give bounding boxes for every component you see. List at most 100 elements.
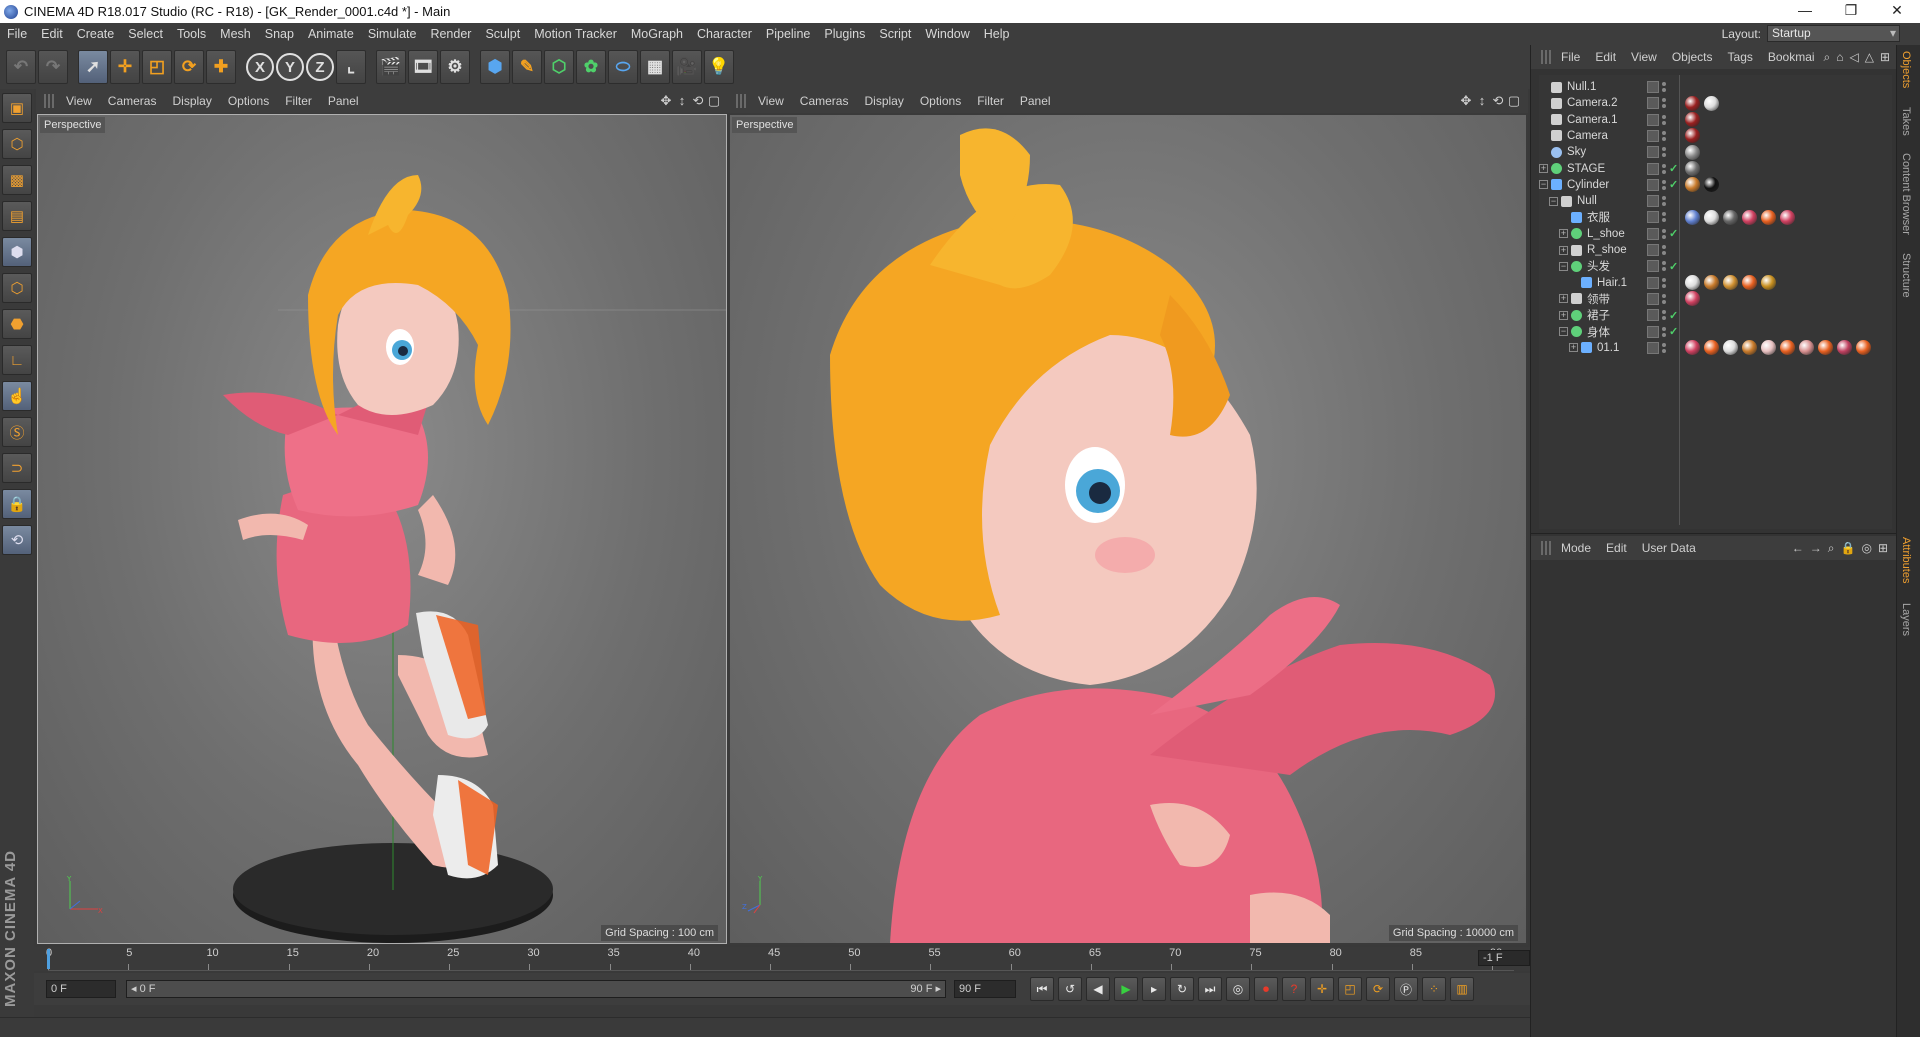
menu-character[interactable]: Character [690, 27, 759, 41]
undo-icon[interactable]: ↶ [6, 50, 36, 84]
viewport-menu-options[interactable]: Options [228, 94, 269, 108]
object-name[interactable]: Null [1577, 195, 1597, 207]
key-parameter-icon[interactable]: Ⓟ [1394, 977, 1418, 1001]
pen-spline-icon[interactable]: ✎ [512, 50, 542, 84]
viewport-menu-view[interactable]: View [758, 94, 784, 108]
viewport-menu-options[interactable]: Options [920, 94, 961, 108]
timeline-playhead[interactable] [47, 949, 50, 969]
layer-icon[interactable] [1647, 227, 1659, 240]
viewport-left-canvas[interactable]: Perspective Y X Grid Spacing : 100 cm [37, 114, 727, 944]
layer-icon[interactable] [1647, 195, 1659, 208]
layout-select[interactable]: Startup [1767, 25, 1900, 42]
panel-grip-icon[interactable] [1541, 541, 1551, 555]
visibility-flags[interactable] [1647, 210, 1679, 224]
viewport-menu-cameras[interactable]: Cameras [108, 94, 157, 108]
up-icon[interactable]: △ [1865, 50, 1874, 65]
tab-layers[interactable]: Layers [1900, 603, 1912, 636]
layer-icon[interactable] [1647, 325, 1659, 338]
enabled-check-icon[interactable]: ✓ [1669, 325, 1678, 338]
object-name[interactable]: Camera.1 [1567, 114, 1618, 126]
visibility-flags[interactable]: ✓ [1647, 259, 1679, 273]
objects-menu-view[interactable]: View [1631, 50, 1657, 64]
search-icon[interactable]: ⌕ [1828, 541, 1835, 556]
coordinate-system-icon[interactable]: ⌞ [336, 50, 366, 84]
tree-expander-icon[interactable]: + [1559, 310, 1568, 320]
material-tag-icon[interactable] [1685, 95, 1700, 111]
editor-render-visibility-icon[interactable] [1662, 245, 1666, 255]
material-tag-icon[interactable] [1704, 340, 1719, 356]
viewport-menu-filter[interactable]: Filter [285, 94, 312, 108]
pan-view-icon[interactable]: ✥ [658, 93, 674, 109]
material-tag-icon[interactable] [1704, 177, 1719, 193]
material-tag-icon[interactable] [1837, 340, 1852, 356]
material-tag-icon[interactable] [1685, 128, 1700, 144]
editor-render-visibility-icon[interactable] [1662, 163, 1666, 174]
menu-script[interactable]: Script [872, 27, 918, 41]
material-tag-icon[interactable] [1780, 209, 1795, 225]
layer-icon[interactable] [1647, 276, 1659, 289]
visibility-flags[interactable]: ✓ [1647, 178, 1679, 192]
visibility-flags[interactable] [1647, 276, 1679, 290]
viewport-menu-display[interactable]: Display [864, 94, 903, 108]
layer-icon[interactable] [1647, 211, 1659, 224]
next-frame-icon[interactable]: ▸ [1142, 977, 1166, 1001]
maximize-view-icon[interactable]: ▢ [706, 93, 722, 109]
magnet-icon[interactable]: ⊃ [2, 453, 32, 483]
material-tag-icon[interactable] [1685, 161, 1700, 176]
object-row[interactable]: +01.1 [1539, 338, 1893, 358]
menu-plugins[interactable]: Plugins [817, 27, 872, 41]
record-active-objects-icon[interactable]: ◎ [1226, 977, 1250, 1001]
objects-menu-bookmarks[interactable]: Bookmai [1768, 50, 1815, 64]
layer-icon[interactable] [1647, 309, 1659, 322]
make-editable-icon[interactable]: ▣ [2, 93, 32, 123]
viewport-menu-view[interactable]: View [66, 94, 92, 108]
enabled-check-icon[interactable]: ✓ [1669, 260, 1678, 273]
editor-render-visibility-icon[interactable] [1662, 310, 1666, 321]
tree-expander-icon[interactable]: − [1559, 261, 1568, 271]
tab-attributes[interactable]: Attributes [1900, 537, 1912, 583]
material-tag-icon[interactable] [1761, 275, 1776, 291]
material-tag-icon[interactable] [1704, 95, 1719, 111]
enabled-check-icon[interactable]: ✓ [1669, 178, 1678, 191]
viewport-menu-cameras[interactable]: Cameras [800, 94, 849, 108]
material-tag-icon[interactable] [1799, 340, 1814, 356]
enabled-check-icon[interactable]: ✓ [1669, 309, 1678, 322]
menu-mesh[interactable]: Mesh [213, 27, 258, 41]
visibility-flags[interactable] [1647, 194, 1679, 208]
material-tag-icon[interactable] [1742, 209, 1757, 225]
editor-render-visibility-icon[interactable] [1662, 261, 1666, 272]
menu-motion-tracker[interactable]: Motion Tracker [527, 27, 624, 41]
objects-menu-tags[interactable]: Tags [1728, 50, 1753, 64]
preview-range-slider[interactable]: ◂ 0 F 90 F ▸ [126, 980, 946, 998]
planar-workplane-icon[interactable]: ⟲ [2, 525, 32, 555]
lock-icon[interactable]: 🔒 [1841, 541, 1856, 556]
edges-mode-icon[interactable]: ⬡ [2, 273, 32, 303]
viewport-menu-filter[interactable]: Filter [977, 94, 1004, 108]
material-tag-icon[interactable] [1685, 112, 1700, 128]
tree-expander-icon[interactable]: + [1559, 294, 1568, 304]
object-name[interactable]: STAGE [1567, 163, 1605, 175]
object-name[interactable]: Camera.2 [1567, 97, 1618, 109]
layer-icon[interactable] [1647, 81, 1659, 93]
render-settings-icon[interactable]: ⚙ [440, 50, 470, 84]
tree-expander-icon[interactable]: − [1549, 196, 1558, 206]
object-name[interactable]: L_shoe [1587, 228, 1625, 240]
material-tag-icon[interactable] [1761, 209, 1776, 225]
visibility-flags[interactable] [1647, 243, 1679, 257]
go-to-end-icon[interactable]: ⏭ [1198, 977, 1222, 1001]
visibility-flags[interactable] [1647, 113, 1679, 127]
viewport-menu-panel[interactable]: Panel [328, 94, 359, 108]
layer-icon[interactable] [1647, 341, 1659, 354]
orbit-view-icon[interactable]: ⟲ [1490, 93, 1506, 109]
editor-render-visibility-icon[interactable] [1662, 228, 1666, 239]
timeline-window-icon[interactable]: ▥ [1450, 977, 1474, 1001]
material-tag-icon[interactable] [1723, 340, 1738, 356]
go-to-start-icon[interactable]: ⏮ [1030, 977, 1054, 1001]
layer-icon[interactable] [1647, 244, 1659, 256]
back-arrow-icon[interactable]: ← [1792, 541, 1804, 556]
layer-icon[interactable] [1647, 97, 1659, 110]
objects-menu-edit[interactable]: Edit [1595, 50, 1616, 64]
panel-grip-icon[interactable] [1541, 50, 1551, 64]
material-tag-icon[interactable] [1685, 177, 1700, 193]
tree-expander-icon[interactable]: + [1559, 245, 1568, 255]
